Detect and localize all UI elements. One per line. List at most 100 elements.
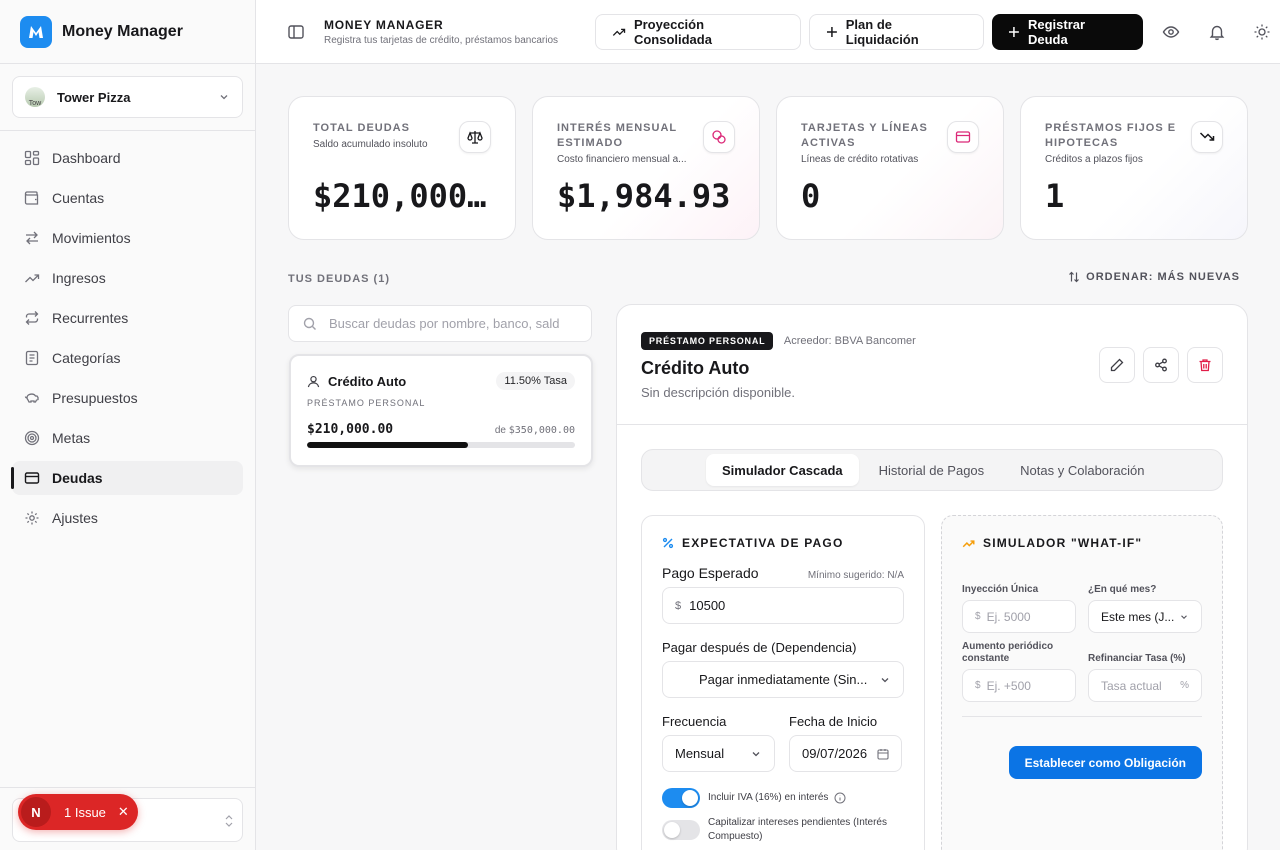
chevron-down-icon: [881, 677, 889, 682]
sidebar-item-label: Metas: [52, 430, 91, 446]
sidebar-item-ajustes[interactable]: Ajustes: [12, 501, 243, 535]
set-obligation-button[interactable]: Establecer como Obligación: [1008, 746, 1202, 779]
sidebar-item-deudas[interactable]: Deudas: [11, 461, 243, 495]
plus-icon: [826, 26, 837, 37]
whatif-simulator-card: SIMULADOR "WHAT-IF" Inyección Única $ Ej…: [941, 515, 1223, 850]
piggy-bank-icon: [24, 393, 39, 403]
liquidation-plan-label: Plan de Liquidación: [845, 16, 919, 47]
credit-card-icon: [24, 472, 40, 484]
scale-icon: [459, 121, 491, 153]
refinance-rate-label: Refinanciar Tasa (%): [1088, 653, 1186, 664]
share-button[interactable]: [1143, 347, 1179, 383]
org-switcher[interactable]: Tow Tower Pizza: [12, 76, 243, 118]
arrows-left-right-icon: [26, 231, 38, 245]
expected-payment-value: 10500: [689, 598, 726, 613]
compound-interest-toggle[interactable]: [662, 820, 700, 840]
stat-value: 1: [1045, 177, 1065, 215]
stat-label: TARJETAS Y LÍNEAS ACTIVAS: [801, 122, 928, 149]
projection-button[interactable]: Proyección Consolidada: [595, 13, 801, 50]
payment-expectation-card: EXPECTATIVA DE PAGO Pago Esperado Mínimo…: [641, 515, 925, 850]
sort-label: ORDENAR: MÁS NUEVAS: [1086, 271, 1240, 283]
sidebar-toggle-icon[interactable]: [286, 22, 306, 42]
app-logo-icon: [20, 15, 52, 48]
debt-progress-fill: [307, 442, 468, 448]
sidebar-item-metas[interactable]: Metas: [12, 421, 243, 455]
sun-icon[interactable]: [1244, 14, 1280, 50]
org-avatar: Tow: [25, 87, 45, 107]
compound-interest-label: Capitalizar intereses pendientes (Interé…: [708, 817, 887, 842]
debt-balance: $210,000.00: [307, 422, 394, 437]
single-injection-label: Inyección Única: [962, 584, 1039, 595]
trending-up-icon: [962, 539, 975, 547]
periodic-increase-label: Aumento periódico constante: [962, 641, 1054, 664]
expected-payment-input[interactable]: $ 10500: [662, 587, 904, 624]
currency-symbol: $: [975, 680, 981, 691]
stat-description: Saldo acumulado insoluto: [313, 139, 428, 150]
stat-description: Créditos a plazos fijos: [1045, 154, 1143, 165]
debt-progress-bar: [307, 442, 575, 448]
search-input[interactable]: [329, 316, 559, 331]
sidebar-item-categorias[interactable]: Categorías: [12, 341, 243, 375]
close-icon[interactable]: ✕: [118, 804, 129, 820]
register-debt-button[interactable]: Registrar Deuda: [992, 13, 1144, 50]
issues-badge[interactable]: N 1 Issue ✕: [18, 794, 138, 830]
refinance-rate-input[interactable]: Tasa actual %: [1088, 669, 1202, 702]
sidebar-item-cuentas[interactable]: Cuentas: [12, 181, 243, 215]
sidebar-item-label: Ingresos: [52, 270, 106, 286]
frequency-select[interactable]: Mensual: [662, 735, 775, 772]
chevron-down-icon: [752, 751, 760, 756]
stat-label: PRÉSTAMOS FIJOS E HIPOTECAS: [1045, 122, 1177, 149]
trending-up-icon: [25, 274, 40, 283]
debt-detail-panel: PRÉSTAMO PERSONAL Acreedor: BBVA Bancome…: [616, 304, 1248, 850]
single-injection-input[interactable]: $ Ej. 5000: [962, 600, 1076, 633]
month-label: ¿En qué mes?: [1088, 584, 1157, 595]
sort-button[interactable]: ORDENAR: MÁS NUEVAS: [1068, 271, 1240, 283]
sidebar-item-dashboard[interactable]: Dashboard: [12, 141, 243, 175]
sidebar: Money Manager Tow Tower Pizza Dashboard …: [0, 0, 256, 850]
edit-button[interactable]: [1099, 347, 1135, 383]
debt-description: Sin descripción disponible.: [641, 385, 795, 400]
frequency-value: Mensual: [675, 746, 725, 761]
month-select[interactable]: Este mes (J...: [1088, 600, 1202, 633]
periodic-increase-input[interactable]: $ Ej. +500: [962, 669, 1076, 702]
sidebar-item-presupuestos[interactable]: Presupuestos: [12, 381, 243, 415]
tab-notes[interactable]: Notas y Colaboración: [1004, 454, 1160, 486]
periodic-increase-placeholder: Ej. +500: [986, 678, 1031, 693]
projection-button-label: Proyección Consolidada: [633, 16, 712, 47]
sidebar-item-label: Dashboard: [52, 150, 121, 166]
sidebar-item-ingresos[interactable]: Ingresos: [12, 261, 243, 295]
include-iva-label: Incluir IVA (16%) en interés: [708, 792, 829, 803]
stat-label: TOTAL DEUDAS: [313, 122, 410, 134]
tab-waterfall-simulator[interactable]: Simulador Cascada: [706, 454, 859, 486]
divider: [962, 716, 1202, 717]
dependency-select[interactable]: Pagar inmediatamente (Sin...: [662, 661, 904, 698]
sidebar-item-label: Categorías: [52, 350, 121, 366]
liquidation-plan-button[interactable]: Plan de Liquidación: [808, 13, 985, 50]
trash-icon: [1199, 359, 1211, 372]
start-date-label: Fecha de Inicio: [789, 714, 878, 729]
currency-symbol: $: [975, 611, 981, 622]
start-date-value: 09/07/2026: [802, 746, 868, 761]
info-icon[interactable]: [834, 792, 846, 804]
brand[interactable]: Money Manager: [0, 0, 255, 64]
detail-tabs: Simulador Cascada Historial de Pagos Not…: [641, 449, 1223, 491]
chevron-down-icon: [220, 95, 228, 100]
target-icon: [24, 430, 40, 446]
minimum-hint: Mínimo sugerido: N/A: [807, 570, 904, 581]
debt-list-item[interactable]: Crédito Auto 11.50% Tasa PRÉSTAMO PERSON…: [289, 354, 593, 467]
sidebar-item-recurrentes[interactable]: Recurrentes: [12, 301, 243, 335]
bell-icon[interactable]: [1199, 14, 1235, 50]
sidebar-item-movimientos[interactable]: Movimientos: [12, 221, 243, 255]
stat-description: Líneas de crédito rotativas: [801, 154, 919, 165]
user-icon: [307, 375, 320, 387]
percent-suffix: %: [1180, 680, 1189, 691]
eye-icon[interactable]: [1153, 14, 1189, 50]
trending-down-icon: [1191, 121, 1223, 153]
expected-payment-label: Pago Esperado: [662, 565, 759, 581]
page-title: MONEY MANAGER: [324, 17, 444, 32]
refinance-rate-placeholder: Tasa actual: [1101, 678, 1162, 693]
include-iva-toggle[interactable]: [662, 788, 700, 808]
tab-payment-history[interactable]: Historial de Pagos: [863, 454, 1001, 486]
start-date-input[interactable]: 09/07/2026: [789, 735, 902, 772]
delete-button[interactable]: [1187, 347, 1223, 383]
